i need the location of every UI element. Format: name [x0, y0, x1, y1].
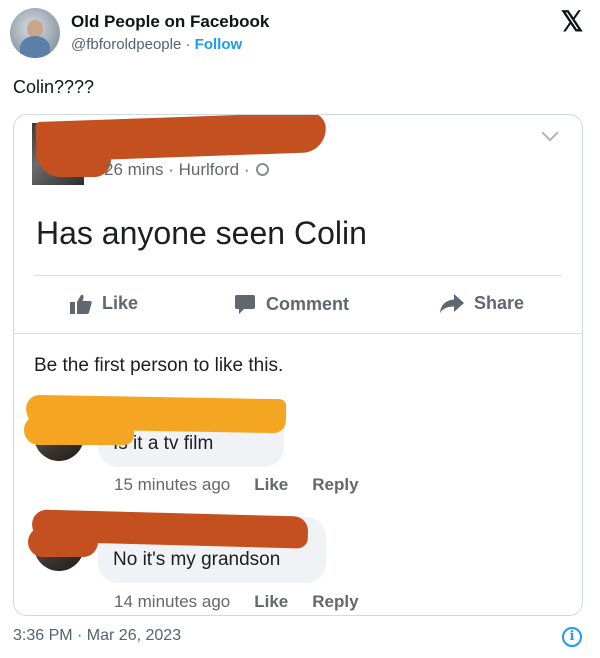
meta-separator: ·	[181, 36, 195, 53]
comment-like-button[interactable]: Like	[254, 475, 288, 494]
likes-summary[interactable]: Be the first person to like this.	[34, 355, 283, 377]
comment-meta: 14 minutes ago Like Reply	[114, 592, 383, 612]
comment-time[interactable]: 15 minutes ago	[114, 475, 230, 494]
account-handle[interactable]: @fbforoldpeople	[71, 36, 181, 53]
share-button[interactable]: Share	[440, 293, 524, 314]
tweet-text: Colin????	[13, 77, 95, 97]
follow-button[interactable]: Follow	[195, 36, 243, 53]
account-name[interactable]: Old People on Facebook	[71, 12, 269, 32]
post-meta-separator: ·	[239, 160, 255, 179]
redaction-mark	[24, 415, 134, 445]
share-arrow-icon	[440, 293, 464, 313]
post-body: Has anyone seen Colin	[36, 215, 367, 251]
embedded-screenshot[interactable]: 26 mins · Hurlford · Has anyone seen Col…	[13, 114, 583, 616]
chevron-down-icon[interactable]	[541, 124, 559, 142]
like-label: Like	[102, 293, 139, 313]
account-avatar[interactable]	[10, 8, 60, 58]
post-meta-separator: ·	[163, 160, 179, 179]
avatar-body	[20, 36, 50, 58]
comment-meta: 15 minutes ago Like Reply	[114, 475, 383, 495]
x-logo-icon[interactable]: 𝕏	[558, 8, 586, 36]
comment-button[interactable]: Comment	[234, 293, 349, 315]
divider	[14, 333, 582, 334]
thumbs-up-icon	[70, 294, 92, 314]
post-location: Hurlford	[178, 160, 240, 179]
share-label: Share	[474, 293, 525, 313]
divider	[34, 275, 562, 276]
account-meta: @fbforoldpeople · Follow	[71, 36, 242, 53]
globe-icon	[256, 163, 270, 176]
post-actions: Like Comment Share	[14, 287, 582, 327]
post-time: 26 mins	[104, 160, 164, 179]
info-icon[interactable]: i	[562, 627, 582, 647]
comment-time[interactable]: 14 minutes ago	[114, 592, 230, 611]
redaction-mark	[36, 145, 111, 177]
tweet-timestamp[interactable]: 3:36 PM · Mar 26, 2023	[13, 627, 181, 645]
comment-reply-button[interactable]: Reply	[312, 592, 358, 611]
post-meta: 26 mins · Hurlford ·	[104, 160, 270, 180]
comment-label: Comment	[266, 293, 350, 314]
redaction-mark	[28, 527, 98, 557]
comment-reply-button[interactable]: Reply	[312, 475, 358, 494]
comment-text: No it's my grandson	[113, 549, 281, 570]
comment-like-button[interactable]: Like	[254, 592, 288, 611]
like-button[interactable]: Like	[70, 293, 138, 314]
comment-icon	[235, 295, 255, 314]
